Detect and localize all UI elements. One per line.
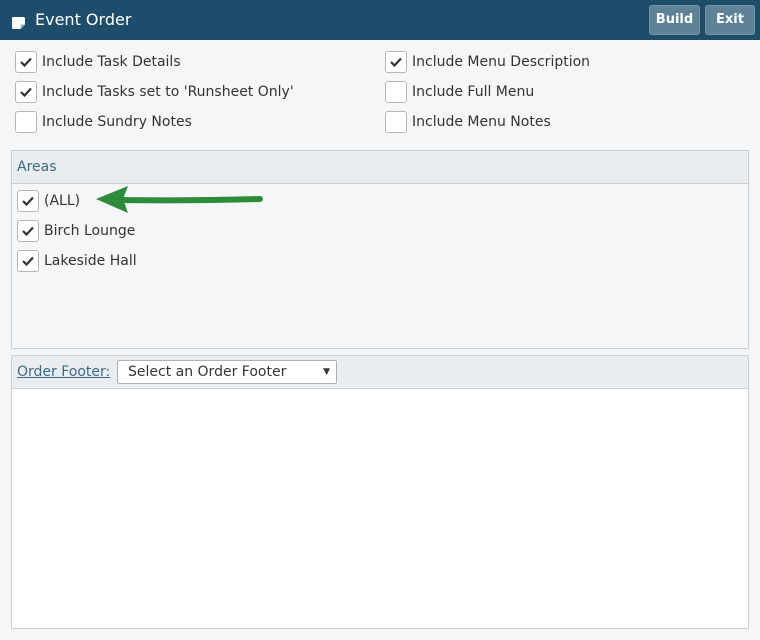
include-runsheet-tasks-checkbox[interactable] xyxy=(15,81,37,103)
include-sundry-notes-label: Include Sundry Notes xyxy=(42,114,192,130)
area-lakeside-hall-checkbox[interactable] xyxy=(17,250,39,272)
order-footer-header: Order Footer: Select an Order Footer ▼ xyxy=(12,356,748,389)
include-task-details-checkbox[interactable] xyxy=(15,51,37,73)
arrow-left-icon xyxy=(96,186,263,213)
include-full-menu-checkbox[interactable] xyxy=(385,81,407,103)
include-menu-description-label: Include Menu Description xyxy=(412,54,591,70)
include-full-menu-label: Include Full Menu xyxy=(412,84,535,100)
include-menu-notes-label: Include Menu Notes xyxy=(412,114,551,130)
areas-panel: Areas (ALL) Birch Lounge Lakeside Hall xyxy=(11,150,749,349)
order-footer-select[interactable]: Select an Order Footer ▼ xyxy=(117,360,337,384)
area-lakeside-hall-label: Lakeside Hall xyxy=(44,253,137,269)
area-birch-lounge-checkbox[interactable] xyxy=(17,220,39,242)
area-birch-lounge-label: Birch Lounge xyxy=(44,223,136,239)
option-include-menu-notes[interactable]: Include Menu Notes xyxy=(385,111,685,133)
order-footer-panel: Order Footer: Select an Order Footer ▼ xyxy=(11,355,749,629)
include-sundry-notes-checkbox[interactable] xyxy=(15,111,37,133)
include-menu-description-checkbox[interactable] xyxy=(385,51,407,73)
option-include-task-details[interactable]: Include Task Details xyxy=(15,51,345,73)
checkmark-icon xyxy=(22,256,34,266)
option-include-runsheet-tasks[interactable]: Include Tasks set to 'Runsheet Only' xyxy=(15,81,345,103)
area-all-checkbox[interactable] xyxy=(17,190,39,212)
order-footer-select-value: Select an Order Footer xyxy=(128,364,287,380)
option-include-menu-description[interactable]: Include Menu Description xyxy=(385,51,685,73)
checkmark-icon xyxy=(22,226,34,236)
checkmark-icon xyxy=(22,196,34,206)
title-bar: Event Order Build Exit xyxy=(0,0,760,40)
build-button[interactable]: Build xyxy=(649,5,700,35)
area-item-lakeside-hall[interactable]: Lakeside Hall xyxy=(17,250,217,272)
areas-title: Areas xyxy=(17,159,57,175)
areas-header: Areas xyxy=(12,151,748,184)
order-footer-editor[interactable] xyxy=(12,389,748,628)
option-include-full-menu[interactable]: Include Full Menu xyxy=(385,81,685,103)
include-task-details-label: Include Task Details xyxy=(42,54,181,70)
exit-button[interactable]: Exit xyxy=(705,5,755,35)
order-footer-link[interactable]: Order Footer: xyxy=(17,364,110,380)
include-menu-notes-checkbox[interactable] xyxy=(385,111,407,133)
area-all-label: (ALL) xyxy=(44,193,81,209)
area-item-birch-lounge[interactable]: Birch Lounge xyxy=(17,220,217,242)
option-include-sundry-notes[interactable]: Include Sundry Notes xyxy=(15,111,345,133)
checkmark-icon xyxy=(20,87,32,97)
checkmark-icon xyxy=(20,57,32,67)
caret-down-icon: ▼ xyxy=(323,367,330,377)
include-runsheet-tasks-label: Include Tasks set to 'Runsheet Only' xyxy=(42,84,294,100)
window-title: Event Order xyxy=(35,10,132,29)
note-icon xyxy=(12,14,25,29)
checkmark-icon xyxy=(390,57,402,67)
